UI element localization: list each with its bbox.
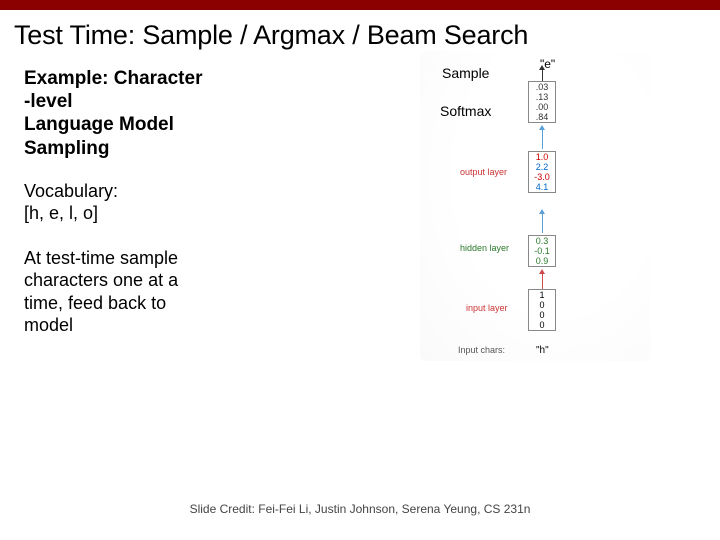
text-line: model	[24, 314, 324, 337]
input-char-h: "h"	[536, 345, 549, 356]
output-layer-label: output layer	[460, 167, 507, 177]
cell: -0.1	[529, 246, 555, 256]
cell: .03	[529, 82, 555, 92]
testtime-block: At test-time sample characters one at a …	[24, 247, 324, 337]
accent-bar	[0, 0, 720, 10]
cell: -3.0	[529, 172, 555, 182]
heading-line: Sampling	[24, 137, 324, 160]
vocab-block: Vocabulary: [h, e, l, o]	[24, 180, 324, 225]
text-line: characters one at a	[24, 269, 324, 292]
cell: 4.1	[529, 182, 555, 192]
slide-credit: Slide Credit: Fei-Fei Li, Justin Johnson…	[0, 502, 720, 516]
vocab-label: Vocabulary:	[24, 180, 324, 203]
content-row: Example: Character -level Language Model…	[0, 59, 720, 359]
cell: 0	[529, 300, 555, 310]
heading-line: Example: Character	[24, 67, 324, 90]
vocab-value: [h, e, l, o]	[24, 202, 324, 225]
sample-label: Sample	[442, 65, 489, 81]
arrow-output	[542, 129, 543, 149]
example-heading: Example: Character -level Language Model…	[24, 67, 324, 160]
softmax-vector: .03 .13 .00 .84	[528, 81, 556, 123]
hidden-layer-label: hidden layer	[460, 243, 509, 253]
cell: .13	[529, 92, 555, 102]
input-chars-label: Input chars:	[458, 345, 505, 355]
right-column: Sample Softmax "e" .03 .13 .00 .84 1.0 2…	[324, 59, 696, 359]
heading-line: Language Model	[24, 113, 324, 136]
arrow-hidden	[542, 213, 543, 233]
cell: 0.9	[529, 256, 555, 266]
softmax-label: Softmax	[440, 103, 491, 119]
cell: 0	[529, 310, 555, 320]
cell: 0.3	[529, 236, 555, 246]
cell: 1.0	[529, 152, 555, 162]
left-column: Example: Character -level Language Model…	[24, 59, 324, 359]
cell: 0	[529, 320, 555, 330]
heading-line: -level	[24, 90, 324, 113]
cell: .84	[529, 112, 555, 122]
text-line: time, feed back to	[24, 292, 324, 315]
output-vector: 1.0 2.2 -3.0 4.1	[528, 151, 556, 193]
arrow-sample	[542, 69, 543, 81]
arrow-input	[542, 273, 543, 289]
cell: 1	[529, 290, 555, 300]
input-layer-label: input layer	[466, 303, 508, 313]
text-line: At test-time sample	[24, 247, 324, 270]
slide-title: Test Time: Sample / Argmax / Beam Search	[0, 10, 720, 59]
cell: 2.2	[529, 162, 555, 172]
cell: .00	[529, 102, 555, 112]
input-vector: 1 0 0 0	[528, 289, 556, 331]
hidden-vector: 0.3 -0.1 0.9	[528, 235, 556, 267]
rnn-diagram: Sample Softmax "e" .03 .13 .00 .84 1.0 2…	[360, 59, 640, 359]
